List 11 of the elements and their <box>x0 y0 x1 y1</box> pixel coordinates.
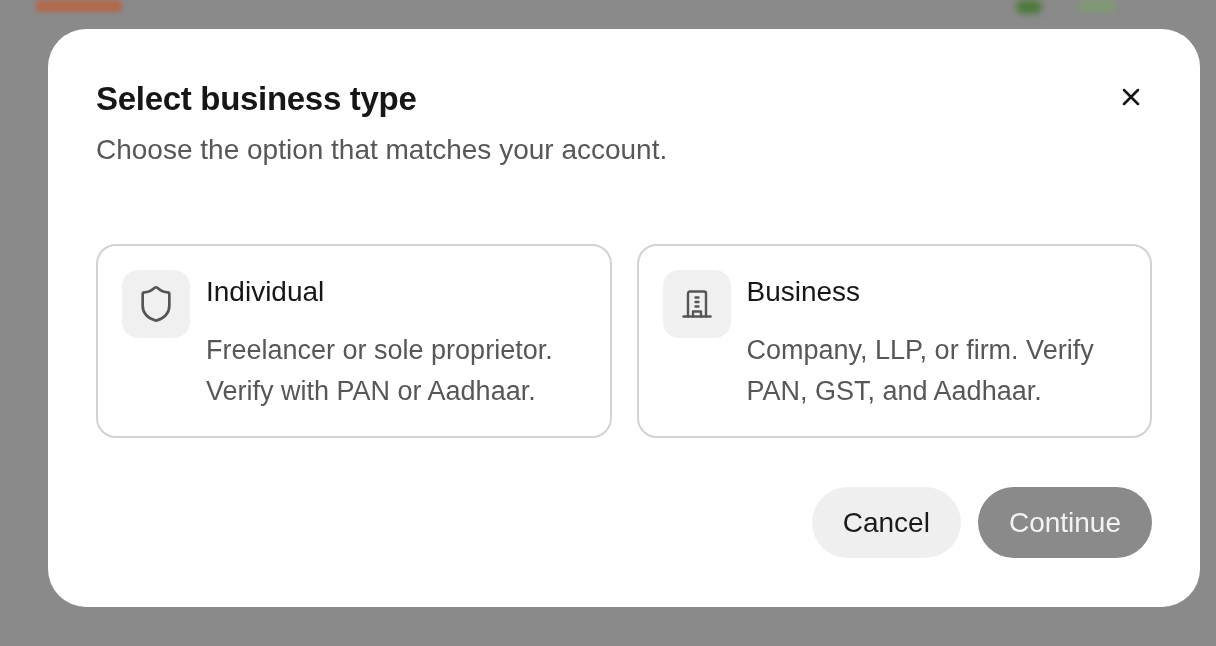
dialog-subtitle: Choose the option that matches your account. <box>96 133 668 167</box>
option-description: Company, LLP, or firm. Verify PAN, GST, and Aadhaar. <box>746 334 1095 408</box>
option-card[interactable]: Individual Freelancer or sole proprietor. Verify with PAN or Aadhaar. <box>96 244 612 438</box>
building-icon <box>681 290 712 318</box>
option-title: Individual <box>206 275 326 309</box>
option-description: Freelancer or sole proprietor. Verify with PAN or Aadhaar. <box>206 334 554 408</box>
blurred-page-shape <box>1016 0 1042 14</box>
cancel-button[interactable]: Cancel <box>811 487 961 558</box>
option-card[interactable]: Business Company, LLP, or firm. Verify PAN, GST, and Aadhaar. <box>636 244 1152 438</box>
dialog-title: Select business type <box>96 79 418 119</box>
option-title: Business <box>746 275 862 309</box>
